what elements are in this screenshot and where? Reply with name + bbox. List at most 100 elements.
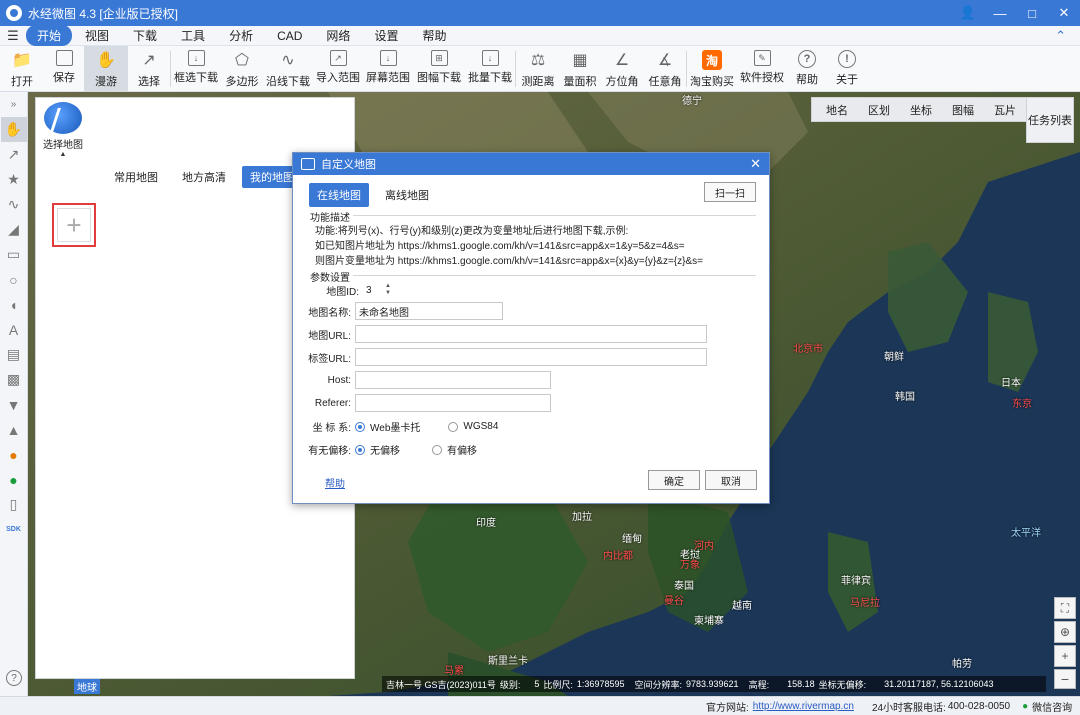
polygon-button[interactable]: ⬠ 多边形 bbox=[221, 46, 263, 92]
tab-local-hd[interactable]: 地方高清 bbox=[174, 166, 234, 188]
overlay-division[interactable]: 区划 bbox=[858, 99, 900, 121]
stepper-arrows-icon[interactable]: ▲ ▼ bbox=[385, 283, 391, 297]
menu-bar: ☰ 开始 视图 下载 工具 分析 CAD 网络 设置 帮助 ⌃ bbox=[0, 25, 1080, 46]
dialog-help-link[interactable]: 帮助 bbox=[325, 475, 345, 490]
menu-help[interactable]: 帮助 bbox=[411, 25, 457, 46]
hamburger-menu-icon[interactable]: ☰ bbox=[0, 28, 26, 44]
any-angle-button[interactable]: ∡ 任意角 bbox=[644, 46, 686, 92]
website-link[interactable]: http://www.rivermap.cn bbox=[753, 701, 854, 712]
import-range-button[interactable]: ↗ 导入范围 bbox=[313, 46, 363, 92]
text-tool-icon[interactable]: A bbox=[1, 317, 27, 342]
azimuth-button[interactable]: ∠ 方位角 bbox=[600, 46, 644, 92]
rectangle-tool-icon[interactable]: ▭ bbox=[1, 242, 27, 267]
batch-download-button[interactable]: ↓ 批量下载 bbox=[465, 46, 515, 92]
menu-network[interactable]: 网络 bbox=[315, 25, 361, 46]
radio-wgs84[interactable]: WGS84 bbox=[448, 421, 498, 432]
measure-distance-button[interactable]: ⚖ 测距离 bbox=[516, 46, 560, 92]
cancel-button[interactable]: 取消 bbox=[705, 470, 757, 490]
radio-no-offset[interactable]: 无偏移 bbox=[355, 442, 400, 457]
line-tool-icon[interactable]: ∿ bbox=[1, 192, 27, 217]
layer-tool-icon[interactable]: ▤ bbox=[1, 342, 27, 367]
device-tool-icon[interactable]: ▯ bbox=[1, 492, 27, 517]
collapse-ribbon-icon[interactable]: ⌃ bbox=[1055, 28, 1066, 44]
export-tool-icon[interactable]: ▲ bbox=[1, 417, 27, 442]
overlay-tile[interactable]: 瓦片 bbox=[984, 99, 1026, 121]
radio-has-offset[interactable]: 有偏移 bbox=[432, 442, 477, 457]
custom-map-dialog: 自定义地图 ✕ 在线地图 离线地图 扫一扫 功能描述 功能:将列号(x)、行号(… bbox=[292, 152, 770, 504]
zoom-in-button[interactable]: + bbox=[1054, 645, 1076, 667]
map-name-input[interactable]: 未命名地图 bbox=[355, 302, 503, 320]
sdk-tool-icon[interactable]: SDK bbox=[1, 517, 27, 542]
tab-common-maps[interactable]: 常用地图 bbox=[106, 166, 166, 188]
help-button[interactable]: ? 帮助 bbox=[787, 46, 827, 92]
maximize-button[interactable]: □ bbox=[1016, 0, 1048, 26]
about-button[interactable]: ! 关于 bbox=[827, 46, 867, 92]
license-button[interactable]: ✎ 软件授权 bbox=[737, 46, 787, 92]
referer-input[interactable] bbox=[355, 394, 551, 412]
menu-analysis[interactable]: 分析 bbox=[218, 25, 264, 46]
print-tool-icon[interactable]: ▩ bbox=[1, 367, 27, 392]
add-map-button[interactable]: + bbox=[52, 203, 96, 247]
select-map-button[interactable]: 选择地图 ▲ bbox=[40, 102, 86, 158]
menu-tools[interactable]: 工具 bbox=[170, 25, 216, 46]
dialog-close-icon[interactable]: ✕ bbox=[750, 156, 761, 172]
circle-tool-icon[interactable]: ○ bbox=[1, 267, 27, 292]
map-label-miandian: 缅甸 bbox=[622, 534, 642, 545]
screen-range-button[interactable]: ↓ 屏幕范围 bbox=[363, 46, 413, 92]
imagery-source: 吉林一号 GS吉(2023)011号 bbox=[386, 679, 496, 690]
menu-download[interactable]: 下载 bbox=[122, 25, 168, 46]
zoom-out-button[interactable]: − bbox=[1054, 669, 1076, 689]
tile-download-button[interactable]: ⊞ 图幅下载 bbox=[413, 46, 465, 92]
map-url-input[interactable] bbox=[355, 325, 707, 343]
ok-button[interactable]: 确定 bbox=[648, 470, 700, 490]
import-tool-icon[interactable]: ▼ bbox=[1, 392, 27, 417]
area-tool-icon[interactable]: ◢ bbox=[1, 217, 27, 242]
map-label-srilanka: 斯里兰卡 bbox=[488, 656, 528, 667]
tab-online-map[interactable]: 在线地图 bbox=[309, 183, 369, 207]
host-input[interactable] bbox=[355, 371, 551, 389]
help-circle-icon[interactable]: ? bbox=[6, 670, 22, 686]
hand-tool-icon[interactable]: ✋ bbox=[0, 117, 27, 142]
params-section: 参数设置 bbox=[310, 269, 756, 284]
description-line-2: 如已知图片地址为 https://khms1.google.com/kh/v=1… bbox=[315, 241, 685, 252]
task-list-button[interactable]: 任务列表 bbox=[1026, 97, 1074, 143]
menu-start[interactable]: 开始 bbox=[26, 25, 73, 46]
overlay-coordinate[interactable]: 坐标 bbox=[900, 99, 942, 121]
pointer-tool-icon[interactable]: ↗ bbox=[1, 142, 27, 167]
polygon-icon: ⬠ bbox=[235, 52, 249, 69]
scan-button[interactable]: 扫一扫 bbox=[704, 182, 756, 202]
description-line-3: 则图片变量地址为 https://khms1.google.com/kh/v=1… bbox=[315, 256, 703, 267]
plugin-tool-icon[interactable]: ● bbox=[1, 442, 27, 467]
map-label-pacific: 太平洋 bbox=[1011, 528, 1041, 539]
line-download-button[interactable]: ∿ 沿线下载 bbox=[263, 46, 313, 92]
link-tool-icon[interactable]: ● bbox=[1, 467, 27, 492]
expand-icon[interactable]: » bbox=[1, 92, 27, 117]
close-button[interactable]: ✕ bbox=[1048, 0, 1080, 26]
label-url-input[interactable] bbox=[355, 348, 707, 366]
sector-tool-icon[interactable]: ◖ bbox=[1, 292, 27, 317]
box-download-button[interactable]: ↓ 框选下载 bbox=[171, 46, 221, 92]
wechat-consult-link[interactable]: 微信咨询 bbox=[1032, 699, 1072, 714]
overlay-sheet[interactable]: 图幅 bbox=[942, 99, 984, 121]
locate-icon[interactable]: ⊕ bbox=[1054, 621, 1076, 643]
has-offset-label: 有偏移 bbox=[447, 446, 477, 457]
tab-offline-map[interactable]: 离线地图 bbox=[377, 183, 437, 207]
minimize-button[interactable]: — bbox=[984, 0, 1016, 26]
measure-area-button[interactable]: ▦ 量面积 bbox=[560, 46, 600, 92]
pan-button[interactable]: ✋ 漫游 bbox=[84, 46, 128, 92]
radio-web-mercator[interactable]: Web墨卡托 bbox=[355, 419, 420, 434]
menu-settings[interactable]: 设置 bbox=[363, 25, 409, 46]
user-icon[interactable]: 👤 bbox=[952, 0, 984, 26]
menu-view[interactable]: 视图 bbox=[74, 25, 120, 46]
map-id-stepper[interactable]: 3 bbox=[363, 281, 383, 299]
overlay-placename[interactable]: 地名 bbox=[816, 99, 858, 121]
import-range-label: 导入范围 bbox=[316, 72, 360, 84]
offset-label: 有无偏移: bbox=[308, 446, 351, 457]
save-button[interactable]: 保存 bbox=[44, 46, 84, 92]
fullscreen-icon[interactable]: ⛶ bbox=[1054, 597, 1076, 619]
marker-tool-icon[interactable]: ★ bbox=[1, 167, 27, 192]
menu-cad[interactable]: CAD bbox=[266, 27, 313, 45]
select-button[interactable]: ↗ 选择 bbox=[128, 46, 170, 92]
open-button[interactable]: 📁 打开 bbox=[0, 46, 44, 92]
taobao-button[interactable]: 淘 淘宝购买 bbox=[687, 46, 737, 92]
